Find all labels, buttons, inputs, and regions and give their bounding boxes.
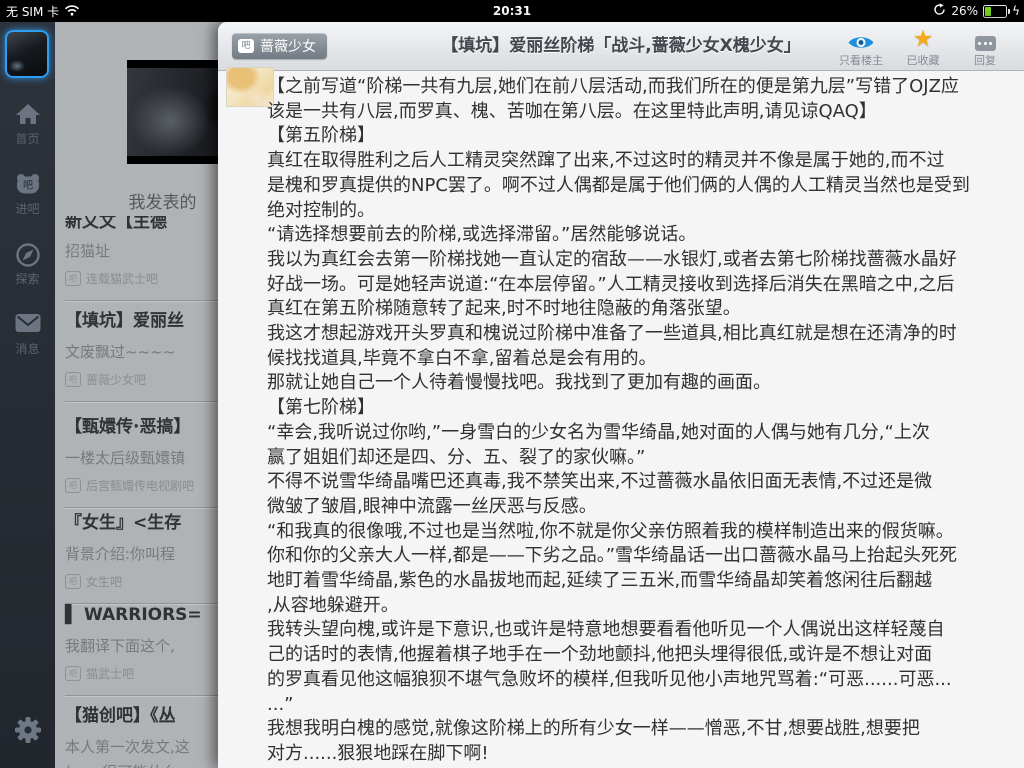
tieba-ipad-app: 无 SIM 卡 20:31 26% ϟ 首页 吧 进吧 探索 消息 我发表的 新… [0, 0, 1024, 768]
reply-bubble-icon [954, 26, 1016, 51]
sidebar-item-label: 首页 [15, 132, 40, 146]
bar-icon: 吧 [238, 39, 254, 53]
sidebar-item-label: 探索 [15, 272, 40, 286]
status-right: 26% ϟ [933, 0, 1020, 22]
action-label: 已收藏 [906, 54, 940, 67]
eye-icon [830, 26, 892, 51]
rotation-lock-icon [933, 3, 946, 19]
settings-gear-icon [12, 717, 44, 750]
bar-icon: 吧 [65, 372, 81, 387]
forum-badge-button[interactable]: 吧 蔷薇少女 [232, 33, 327, 59]
only-op-button[interactable]: 只看楼主 [830, 26, 892, 68]
battery-percent-label: 26% [951, 4, 979, 18]
forum-name: 连载猫武士吧 [86, 272, 159, 286]
explore-compass-icon [0, 242, 55, 270]
thread-reader-panel: 吧 蔷薇少女 【填坑】爱丽丝阶梯「战斗,蔷薇少女X槐少女」 只看楼主 ★ 已收藏… [218, 22, 1024, 768]
reader-header: 吧 蔷薇少女 【填坑】爱丽丝阶梯「战斗,蔷薇少女X槐少女」 只看楼主 ★ 已收藏… [218, 22, 1024, 71]
sidebar-item-messages[interactable]: 消息 [0, 312, 55, 357]
forum-name: 后宫甄嬛传电视剧吧 [86, 479, 195, 493]
action-label: 只看楼主 [839, 54, 883, 67]
bar-icon: 吧 [65, 478, 81, 493]
forum-name: 女生吧 [86, 575, 123, 589]
action-label: 回复 [974, 54, 996, 67]
reader-actions: 只看楼主 ★ 已收藏 回复 [830, 26, 1016, 68]
post-body-text: 【之前写道“阶梯一共有九层,她们在前八层活动,而我们所在的便是第九层”写错了OJ… [267, 76, 970, 764]
charging-bolt-icon: ϟ [1012, 4, 1020, 18]
sidebar-item-forums[interactable]: 吧 进吧 [0, 172, 55, 217]
home-icon [0, 102, 55, 130]
sidebar-item-home[interactable]: 首页 [0, 102, 55, 147]
forum-name: 蔷薇少女吧 [86, 373, 147, 387]
sidebar-item-explore[interactable]: 探索 [0, 242, 55, 287]
favorited-button[interactable]: ★ 已收藏 [892, 26, 954, 68]
thread-title-header: 【填坑】爱丽丝阶梯「战斗,蔷薇少女X槐少女」 [441, 36, 801, 56]
forum-name: 猫武士吧 [86, 667, 135, 681]
app-body: 首页 吧 进吧 探索 消息 我发表的 新又文【主德 招猫址 吧 连载猫武士吧 【… [0, 22, 1024, 768]
clock: 20:31 [492, 4, 532, 18]
left-nav-rail: 首页 吧 进吧 探索 消息 [0, 22, 55, 768]
bar-icon: 吧 [65, 666, 81, 681]
svg-text:吧: 吧 [23, 181, 33, 192]
sidebar-item-label: 消息 [15, 342, 40, 356]
reply-button[interactable]: 回复 [954, 26, 1016, 68]
favorite-star-icon: ★ [912, 26, 934, 52]
settings-button[interactable] [0, 714, 55, 750]
forum-badge-label: 蔷薇少女 [260, 39, 316, 55]
battery-icon [983, 4, 1011, 18]
bar-icon: 吧 [65, 574, 81, 589]
user-avatar[interactable] [5, 30, 49, 78]
forums-bar-icon: 吧 [0, 172, 55, 200]
messages-icon [0, 312, 55, 340]
reader-body[interactable]: 【之前写道“阶梯一共有九层,她们在前八层活动,而我们所在的便是第九层”写错了OJ… [218, 67, 1024, 768]
status-bar: 无 SIM 卡 20:31 26% ϟ [0, 0, 1024, 22]
sidebar-item-label: 进吧 [15, 202, 40, 216]
bar-icon: 吧 [65, 271, 81, 286]
